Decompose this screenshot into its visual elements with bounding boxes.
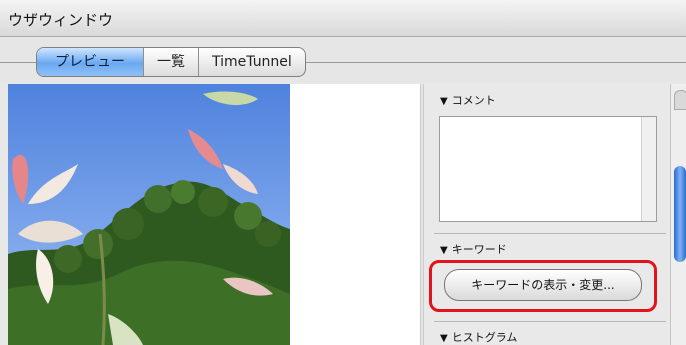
- comment-scrollbar[interactable]: [641, 117, 656, 221]
- preview-image: [8, 84, 290, 345]
- histogram-section-header[interactable]: ▼ ヒストグラム: [440, 329, 517, 345]
- tab-list[interactable]: 一覧: [143, 48, 198, 76]
- comment-section-header[interactable]: ▼ コメント: [440, 92, 496, 108]
- disclosure-triangle-icon[interactable]: ▼: [440, 245, 448, 256]
- comment-field[interactable]: [439, 116, 657, 222]
- tab-group: プレビュー 一覧 TimeTunnel: [36, 47, 306, 77]
- comment-header-label: コメント: [451, 94, 496, 107]
- keyword-header-label: キーワード: [451, 243, 507, 256]
- preview-blank-area: [290, 84, 420, 345]
- disclosure-triangle-icon[interactable]: ▼: [440, 333, 448, 344]
- section-separator: [434, 233, 666, 234]
- disclosure-triangle-icon[interactable]: ▼: [440, 96, 448, 107]
- preview-photo-art: [8, 91, 290, 345]
- keyword-section-header[interactable]: ▼ キーワード: [440, 241, 507, 257]
- show-edit-keywords-button[interactable]: キーワードの表示・変更...: [444, 269, 642, 301]
- panel-scrollbar[interactable]: [670, 84, 686, 345]
- title-bar: ウザウィンドウ: [0, 0, 686, 37]
- scroll-up-cap[interactable]: [674, 90, 686, 110]
- section-separator: [434, 321, 666, 322]
- tab-timetunnel[interactable]: TimeTunnel: [198, 48, 305, 76]
- window-title: ウザウィンドウ: [8, 11, 114, 29]
- scroll-thumb[interactable]: [674, 166, 686, 262]
- histogram-header-label: ヒストグラム: [451, 331, 518, 344]
- tab-preview[interactable]: プレビュー: [37, 48, 143, 76]
- info-panel: ▼ コメント ▼ キーワード キーワードの表示・変更... ▼ ヒストグラム: [424, 84, 670, 345]
- tab-bar: プレビュー 一覧 TimeTunnel: [0, 37, 686, 83]
